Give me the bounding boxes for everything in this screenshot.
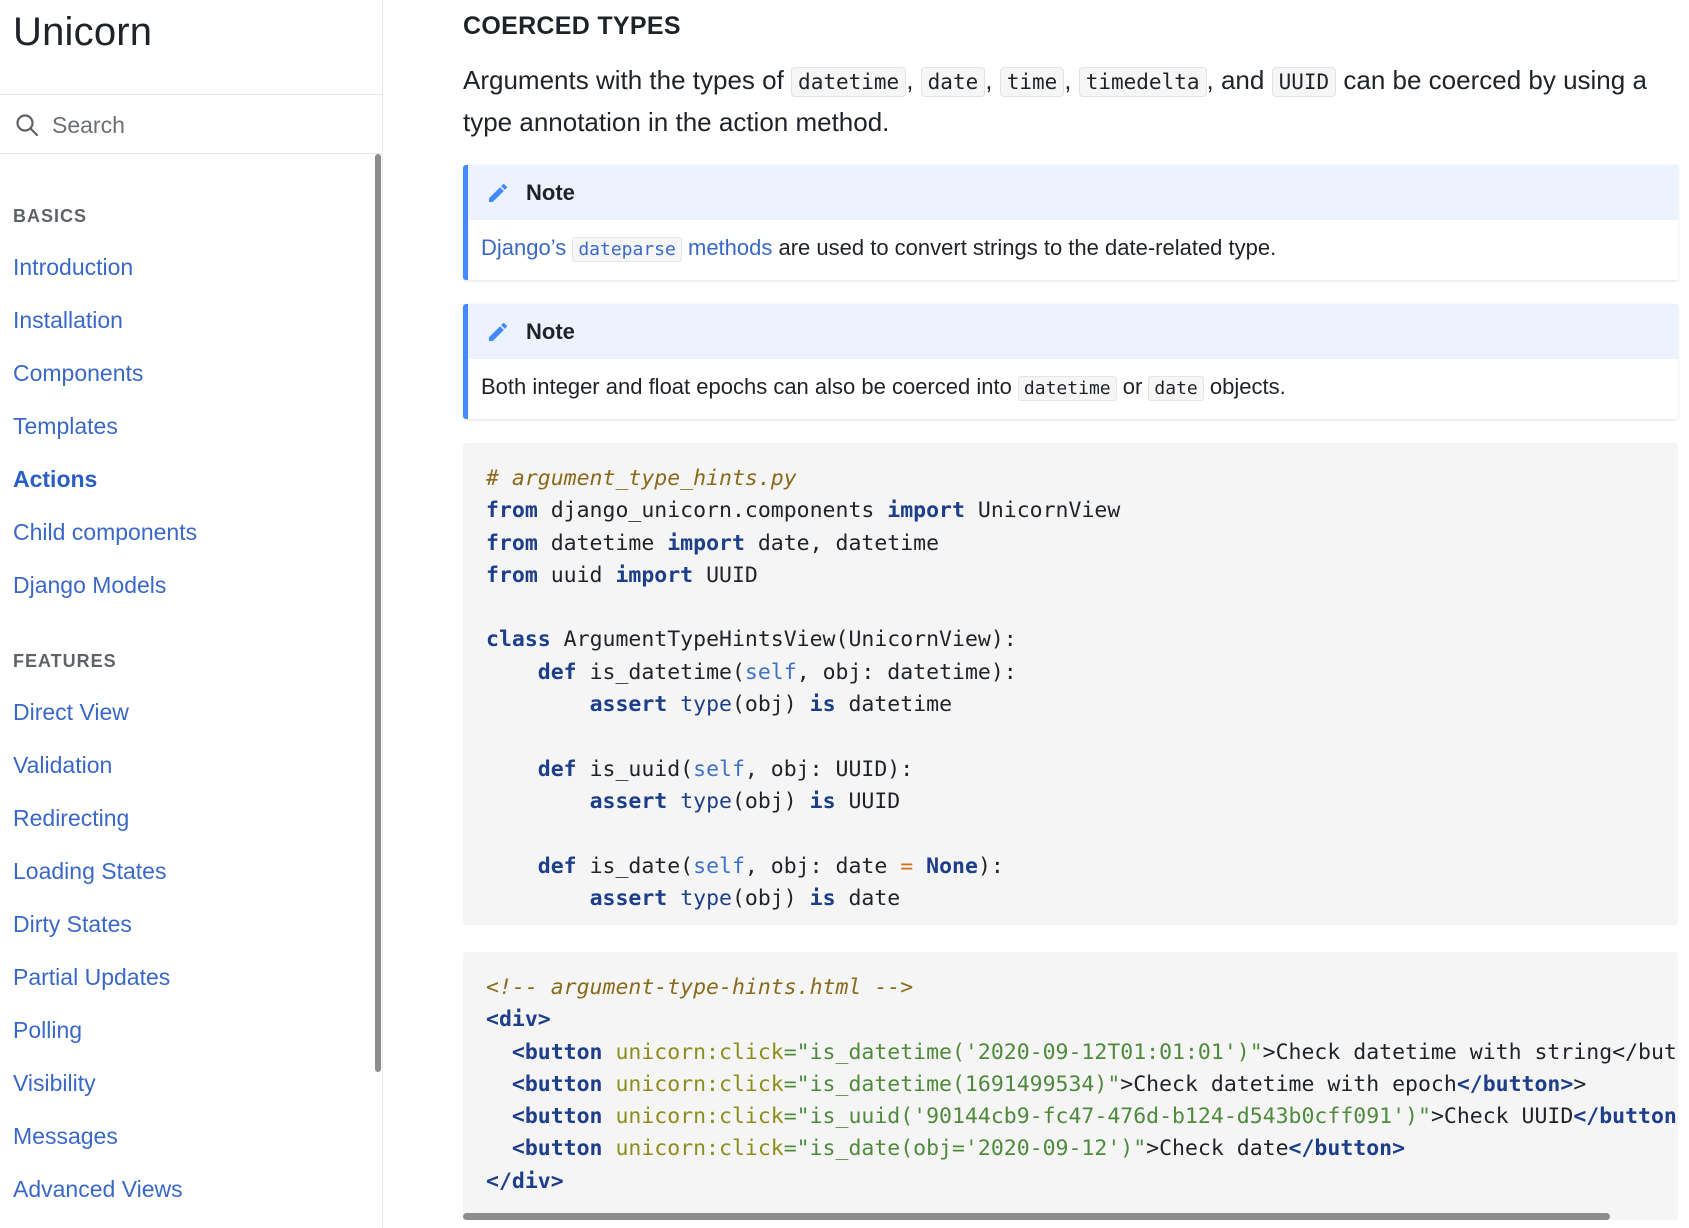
nav-item-loading-states[interactable]: Loading States bbox=[13, 858, 166, 885]
code-horizontal-scrollbar[interactable] bbox=[463, 1213, 1610, 1220]
admonition-header: Note bbox=[468, 165, 1678, 220]
nav-item-introduction[interactable]: Introduction bbox=[13, 254, 133, 281]
nav-item-child-components[interactable]: Child components bbox=[13, 519, 197, 546]
nav-item-templates[interactable]: Templates bbox=[13, 413, 118, 440]
admonition-header: Note bbox=[468, 304, 1678, 359]
para-text: , bbox=[906, 65, 921, 95]
nav-item-django-models[interactable]: Django Models bbox=[13, 572, 166, 599]
admonition-body: Both integer and float epochs can also b… bbox=[468, 359, 1678, 419]
nav-item-redirecting[interactable]: Redirecting bbox=[13, 805, 129, 832]
nav-item-installation[interactable]: Installation bbox=[13, 307, 123, 334]
html-code-block[interactable]: <!-- argument-type-hints.html --> <div> … bbox=[463, 952, 1678, 1220]
dateparse-link[interactable]: Django’s dateparse methods bbox=[481, 235, 773, 262]
admonition-text: are used to convert strings to the date-… bbox=[772, 235, 1277, 260]
nav-item-visibility[interactable]: Visibility bbox=[13, 1070, 96, 1097]
admonition-title: Note bbox=[526, 318, 575, 344]
python-code-block[interactable]: # argument_type_hints.py from django_uni… bbox=[463, 443, 1678, 925]
inline-code: date bbox=[920, 67, 986, 97]
sidebar-scrollbar[interactable] bbox=[375, 154, 381, 1072]
inline-code: time bbox=[999, 67, 1065, 97]
section-title-features: FEATURES bbox=[13, 651, 117, 671]
link-text: methods bbox=[681, 235, 773, 260]
section-title-basics: BASICS bbox=[13, 206, 88, 226]
admonition-text: Both integer and float epochs can also b… bbox=[481, 374, 1018, 399]
main-content: COERCED TYPES Arguments with the types o… bbox=[463, 0, 1683, 1228]
inline-code: datetime bbox=[1017, 376, 1117, 401]
nav-item-advanced-views[interactable]: Advanced Views bbox=[13, 1176, 183, 1203]
sidebar: Unicorn BASICS Introduction Installation… bbox=[0, 0, 383, 1228]
inline-code: UUID bbox=[1271, 67, 1337, 97]
admonition-title: Note bbox=[526, 179, 575, 205]
nav-item-messages[interactable]: Messages bbox=[13, 1123, 118, 1150]
section-heading: COERCED TYPES bbox=[463, 12, 681, 40]
nav-item-components[interactable]: Components bbox=[13, 360, 143, 387]
admonition-text: objects. bbox=[1203, 374, 1286, 399]
search-bar[interactable] bbox=[0, 94, 382, 154]
intro-paragraph: Arguments with the types of datetime, da… bbox=[463, 60, 1683, 142]
admonition-body: Django’s dateparse methods are used to c… bbox=[468, 220, 1678, 280]
note-admonition: Note Both integer and float epochs can a… bbox=[463, 304, 1678, 419]
inline-code: date bbox=[1148, 376, 1204, 401]
note-admonition: Note Django’s dateparse methods are used… bbox=[463, 165, 1678, 280]
nav-item-partial-updates[interactable]: Partial Updates bbox=[13, 964, 170, 991]
search-icon bbox=[16, 114, 39, 137]
inline-code: datetime bbox=[791, 67, 907, 97]
inline-code: dateparse bbox=[572, 237, 682, 262]
search-input[interactable] bbox=[52, 107, 352, 143]
code-text: <!-- argument-type-hints.html --> <div> … bbox=[486, 975, 1678, 1194]
site-title[interactable]: Unicorn bbox=[13, 10, 152, 55]
admonition-text: or bbox=[1116, 374, 1149, 399]
nav-item-actions[interactable]: Actions bbox=[13, 466, 97, 493]
pencil-icon bbox=[489, 322, 508, 341]
para-text: Arguments with the types of bbox=[463, 65, 792, 95]
inline-code: timedelta bbox=[1078, 67, 1207, 97]
pencil-icon bbox=[489, 183, 508, 202]
nav-item-direct-view[interactable]: Direct View bbox=[13, 699, 129, 726]
nav-item-validation[interactable]: Validation bbox=[13, 752, 112, 779]
para-text: , bbox=[985, 65, 1000, 95]
nav-item-dirty-states[interactable]: Dirty States bbox=[13, 911, 132, 938]
para-text: , and bbox=[1206, 65, 1272, 95]
code-text: # argument_type_hints.py from django_uni… bbox=[486, 466, 1121, 911]
para-text: , bbox=[1064, 65, 1079, 95]
nav-item-polling[interactable]: Polling bbox=[13, 1017, 82, 1044]
link-text: Django’s bbox=[481, 235, 573, 260]
